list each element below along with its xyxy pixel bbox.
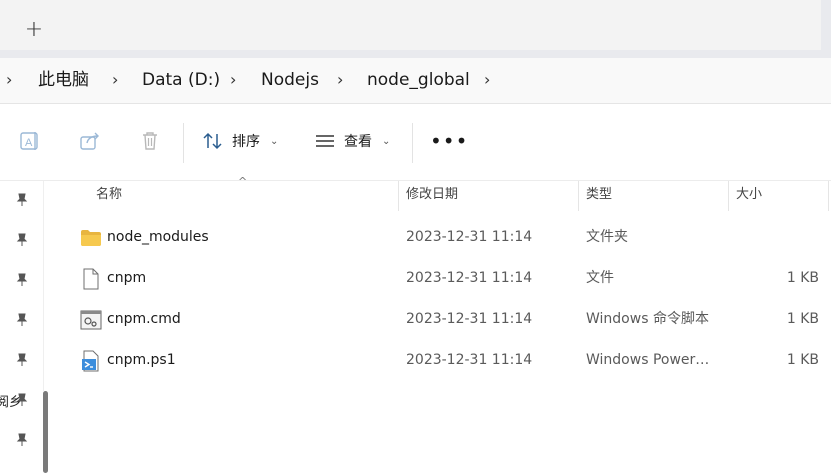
navigation-pane: 阅乡 bbox=[0, 181, 52, 473]
active-tab[interactable] bbox=[0, 0, 821, 50]
breadcrumb-node-global[interactable]: node_global bbox=[367, 68, 470, 92]
pin-icon[interactable] bbox=[15, 353, 29, 367]
chevron-right-icon[interactable]: › bbox=[6, 68, 12, 92]
file-modified: 2023-12-31 11:14 bbox=[406, 229, 533, 245]
nav-scrollbar-track bbox=[43, 181, 44, 391]
file-modified: 2023-12-31 11:14 bbox=[406, 352, 533, 368]
pin-icon[interactable] bbox=[15, 393, 29, 407]
pin-icon[interactable] bbox=[15, 433, 29, 447]
file-row[interactable]: cnpm 2023-12-31 11:14 文件 1 KB bbox=[52, 258, 831, 298]
nav-scrollbar[interactable] bbox=[38, 181, 50, 473]
file-name: cnpm.ps1 bbox=[107, 352, 176, 368]
toolbar-divider bbox=[412, 123, 413, 163]
file-name: cnpm bbox=[107, 270, 147, 286]
chevron-right-icon[interactable]: › bbox=[337, 68, 343, 92]
file-size: 1 KB bbox=[786, 352, 819, 368]
column-divider[interactable] bbox=[728, 181, 729, 211]
powershell-file-icon bbox=[82, 350, 99, 372]
file-name: node_modules bbox=[107, 229, 209, 245]
rename-icon[interactable]: A bbox=[16, 127, 44, 155]
file-type: Windows Power… bbox=[586, 352, 710, 368]
delete-icon[interactable] bbox=[136, 127, 164, 155]
file-type: Windows 命令脚本 bbox=[586, 311, 709, 327]
pin-icon[interactable] bbox=[15, 193, 29, 207]
command-bar: A 排序 ⌄ 查看 ⌄ ••• bbox=[0, 105, 831, 181]
chevron-right-icon[interactable]: › bbox=[230, 68, 236, 92]
pin-icon[interactable] bbox=[15, 313, 29, 327]
nav-scrollbar-thumb[interactable] bbox=[43, 391, 48, 473]
column-header-modified[interactable]: 修改日期 bbox=[406, 181, 458, 211]
chevron-right-icon[interactable]: › bbox=[484, 68, 490, 92]
file-row[interactable]: cnpm.cmd 2023-12-31 11:14 Windows 命令脚本 1… bbox=[52, 299, 831, 339]
toolbar-divider bbox=[183, 123, 184, 163]
file-size: 1 KB bbox=[786, 311, 819, 327]
sort-button[interactable]: 排序 ⌄ bbox=[202, 127, 278, 155]
file-modified: 2023-12-31 11:14 bbox=[406, 270, 533, 286]
sort-label: 排序 bbox=[232, 134, 260, 150]
sort-icon bbox=[203, 132, 222, 150]
chevron-down-icon: ⌄ bbox=[382, 135, 391, 147]
view-label: 查看 bbox=[344, 134, 372, 150]
column-divider[interactable] bbox=[578, 181, 579, 211]
view-button[interactable]: 查看 ⌄ bbox=[314, 127, 390, 155]
view-list-icon bbox=[316, 135, 334, 147]
pin-icon[interactable] bbox=[15, 233, 29, 247]
breadcrumb-this-pc[interactable]: 此电脑 bbox=[38, 68, 89, 92]
chevron-right-icon[interactable]: › bbox=[112, 68, 118, 92]
file-name: cnpm.cmd bbox=[107, 311, 181, 327]
file-modified: 2023-12-31 11:14 bbox=[406, 311, 533, 327]
cmd-file-icon bbox=[80, 310, 102, 330]
sort-ascending-icon: ^ bbox=[238, 175, 248, 188]
new-tab-button[interactable]: + bbox=[22, 18, 46, 42]
column-divider[interactable] bbox=[828, 181, 829, 211]
file-size: 1 KB bbox=[786, 270, 819, 286]
breadcrumb: › 此电脑 › Data (D:) › Nodejs › node_global… bbox=[0, 58, 831, 104]
file-list: ^ 名称 修改日期 类型 大小 node_modules 2023-12-31 … bbox=[52, 175, 831, 473]
breadcrumb-nodejs[interactable]: Nodejs bbox=[261, 68, 319, 92]
chevron-down-icon: ⌄ bbox=[270, 135, 279, 147]
file-row[interactable]: node_modules 2023-12-31 11:14 文件夹 bbox=[52, 217, 831, 257]
folder-icon bbox=[81, 230, 101, 246]
file-type: 文件 bbox=[586, 270, 614, 286]
share-icon[interactable] bbox=[76, 127, 104, 155]
file-icon bbox=[83, 268, 99, 290]
file-row[interactable]: cnpm.ps1 2023-12-31 11:14 Windows Power…… bbox=[52, 340, 831, 380]
column-header-type[interactable]: 类型 bbox=[586, 181, 612, 211]
svg-text:A: A bbox=[25, 137, 33, 149]
column-header-size[interactable]: 大小 bbox=[736, 181, 762, 211]
column-divider[interactable] bbox=[398, 181, 399, 211]
file-type: 文件夹 bbox=[586, 229, 628, 245]
pin-icon[interactable] bbox=[15, 273, 29, 287]
column-header-name[interactable]: 名称 bbox=[96, 181, 122, 211]
tab-strip: + bbox=[0, 0, 831, 58]
more-options-button[interactable]: ••• bbox=[430, 131, 468, 151]
breadcrumb-data-drive[interactable]: Data (D:) bbox=[142, 68, 220, 92]
